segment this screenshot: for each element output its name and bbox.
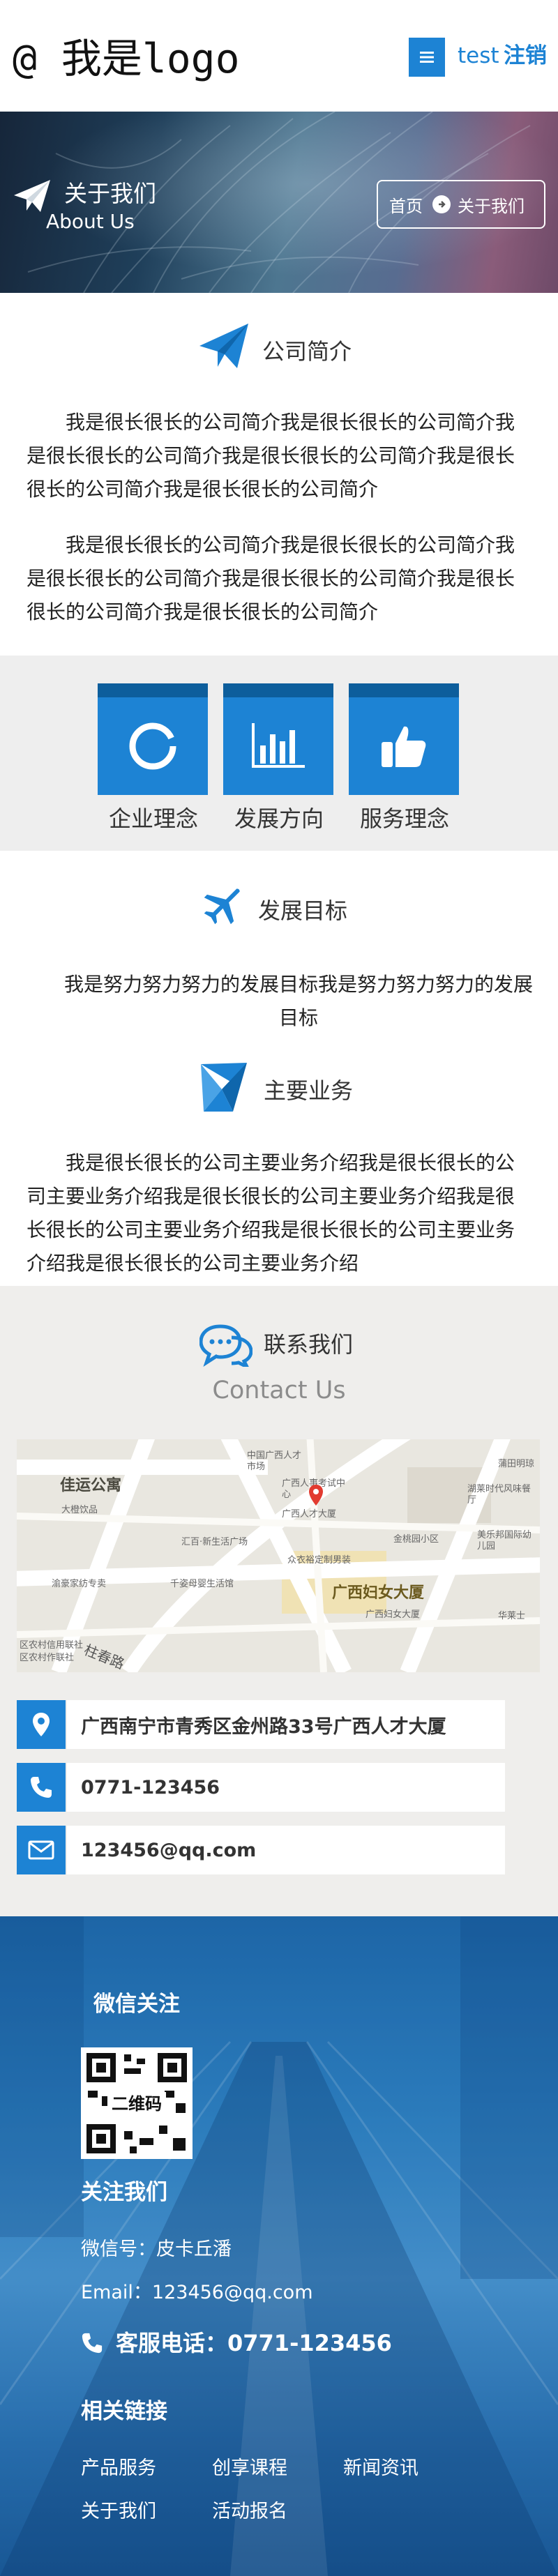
map-label: 千姿母婴生活馆 — [170, 1579, 234, 1589]
map-label: 广西妇女大厦 — [332, 1584, 425, 1602]
address-text: 广西南宁市青秀区金州路33号广西人才大厦 — [67, 1700, 505, 1749]
bar-chart-icon — [252, 723, 305, 768]
phone-icon — [82, 2333, 103, 2354]
qr-code[interactable]: 二维码 — [81, 2047, 193, 2159]
tile-enterprise-philosophy[interactable] — [98, 683, 208, 795]
tile-development-direction[interactable] — [223, 683, 333, 795]
username-link[interactable]: test — [458, 40, 499, 71]
map-label: 蒲田明琼 — [498, 1459, 535, 1469]
business-text: 我是很长很长的公司主要业务介绍我是很长很长的公司主要业务介绍我是很长很长的公司主… — [27, 1151, 515, 1275]
phone-icon — [17, 1763, 66, 1812]
circle-ring-icon — [129, 722, 176, 770]
arrow-right-circle-icon — [432, 195, 451, 213]
map-label: 汇百·新生活广场 — [181, 1537, 248, 1547]
breadcrumb-current: 关于我们 — [458, 196, 525, 216]
tile-label: 发展方向 — [234, 805, 324, 832]
follow-us-title: 关注我们 — [81, 2180, 167, 2205]
map-label: 众衣裕定制男装 — [287, 1555, 352, 1566]
menu-button[interactable] — [409, 38, 445, 77]
footer-link-events[interactable]: 活动报名 — [212, 2498, 287, 2526]
wechat-id: 微信号：皮卡丘潘 — [81, 2238, 232, 2260]
footer-link-courses[interactable]: 创享课程 — [212, 2455, 287, 2483]
qr-label: 二维码 — [112, 2094, 162, 2114]
contact-subtitle: Contact Us — [212, 1377, 346, 1404]
breadcrumb-home-link[interactable]: 首页 — [389, 192, 423, 217]
tile-label: 服务理念 — [359, 805, 449, 832]
hamburger-icon — [420, 52, 434, 63]
service-phone[interactable]: 客服电话：0771-123456 — [116, 2328, 392, 2358]
airplane-icon — [204, 888, 240, 925]
footer-link-news[interactable]: 新闻资讯 — [343, 2455, 418, 2483]
location-map[interactable]: 佳运公寓 中国广西人才市场 广西人事考试中心 广西人才大厦 汇百·新生活广场 众… — [17, 1439, 540, 1672]
map-label: 佳运公寓 — [60, 1477, 122, 1494]
address-row: 广西南宁市青秀区金州路33号广西人才大厦 — [17, 1700, 505, 1749]
map-label: 区农村作联社 — [20, 1653, 75, 1663]
phone-text[interactable]: 0771-123456 — [67, 1763, 505, 1812]
section-title-business: 主要业务 — [264, 1077, 354, 1104]
banner-subtitle: About Us — [46, 210, 135, 233]
logout-link[interactable]: 注销 — [504, 40, 547, 71]
email-row[interactable]: 123456@qq.com — [17, 1826, 505, 1874]
footer-link-about[interactable]: 关于我们 — [81, 2498, 156, 2526]
email-text[interactable]: 123456@qq.com — [67, 1826, 505, 1874]
wechat-follow-title: 微信关注 — [93, 1992, 180, 2017]
map-label: 广西妇女大厦 — [365, 1609, 421, 1620]
envelope-icon — [17, 1826, 66, 1874]
map-label: 金桃园小区 — [393, 1534, 439, 1545]
goal-text: 我是努力努力努力的发展目标我是努力努力努力的发展目标 — [63, 973, 533, 1029]
location-pin-icon — [17, 1700, 66, 1749]
section-title-contact: 联系我们 — [264, 1331, 354, 1358]
map-label: 中国广西人才市场 — [247, 1450, 302, 1472]
map-label: 湖莱时代风味餐厅 — [467, 1484, 531, 1506]
tile-label: 企业理念 — [108, 805, 198, 832]
top-header: @ 我是logo test 注销 — [0, 0, 558, 112]
section-title-intro: 公司简介 — [262, 338, 352, 365]
breadcrumb: 首页 关于我们 — [377, 180, 545, 229]
chat-bubbles-icon — [199, 1324, 252, 1367]
page-banner: 关于我们 About Us 首页 关于我们 — [0, 112, 558, 293]
related-links-title: 相关链接 — [81, 2399, 167, 2424]
footer-email[interactable]: Email：123456@qq.com — [81, 2279, 313, 2307]
map-pin-icon — [309, 1485, 323, 1506]
tile-service-philosophy[interactable] — [349, 683, 459, 795]
site-logo[interactable]: @ 我是logo — [13, 31, 240, 86]
map-label: 美乐邦国际幼儿园 — [477, 1530, 532, 1552]
map-label: 华莱士 — [498, 1611, 526, 1621]
intro-paragraph-1: 我是很长很长的公司简介我是很长很长的公司简介我是很长很长的公司简介我是很长很长的… — [27, 411, 515, 501]
footer-link-products[interactable]: 产品服务 — [81, 2455, 156, 2483]
map-label: 区农村信用联社 — [20, 1640, 84, 1651]
intro-paragraph-2: 我是很长很长的公司简介我是很长很长的公司简介我是很长很长的公司简介我是很长很长的… — [27, 533, 515, 623]
map-label: 渝豪家纺专卖 — [52, 1579, 107, 1589]
star-logo-icon — [201, 1063, 247, 1112]
section-title-goal: 发展目标 — [258, 897, 348, 924]
banner-title: 关于我们 — [64, 180, 156, 207]
thumbs-up-icon — [382, 726, 426, 767]
paper-plane-icon — [14, 180, 50, 212]
paper-plane-icon — [199, 324, 248, 368]
map-label: 广西人才大厦 — [282, 1509, 337, 1520]
map-label: 大橙饮品 — [61, 1505, 98, 1515]
phone-row[interactable]: 0771-123456 — [17, 1763, 505, 1812]
